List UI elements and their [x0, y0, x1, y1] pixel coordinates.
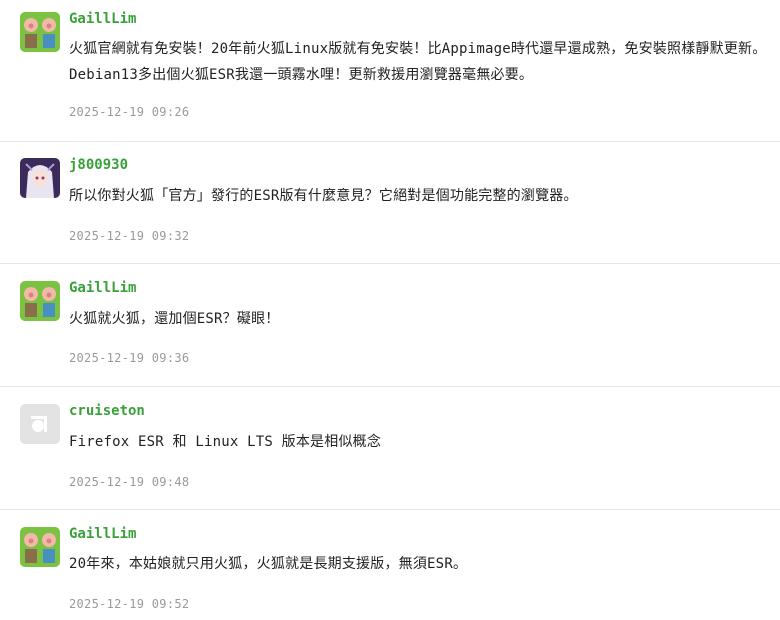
- comment-author[interactable]: GaillLim: [69, 11, 136, 27]
- comment-author[interactable]: j800930: [69, 157, 128, 173]
- comment-item: j800930 所以你對火狐「官方」發行的ESR版有什麼意見？它絕對是個功能完整…: [0, 142, 780, 264]
- comment-text: 所以你對火狐「官方」發行的ESR版有什麼意見？它絕對是個功能完整的瀏覽器。: [69, 188, 578, 204]
- pigs-avatar[interactable]: [20, 12, 60, 52]
- comment-item: GaillLim 火狐官網就有免安裝！20年前火狐Linux版就有免安裝！比Ap…: [0, 0, 780, 142]
- comment-text: 火狐官網就有免安裝！20年前火狐Linux版就有免安裝！比Appimage時代還…: [69, 41, 767, 83]
- comment-text: 火狐就火狐，還加個ESR？礙眼！: [69, 311, 280, 327]
- comment-timestamp: 2025-12-19 09:48: [69, 475, 190, 489]
- comment-author[interactable]: cruiseton: [69, 403, 145, 419]
- pigs-avatar[interactable]: [20, 527, 60, 567]
- pigs-avatar[interactable]: [20, 281, 60, 321]
- anime-girl-avatar[interactable]: [20, 158, 60, 198]
- comment-author[interactable]: GaillLim: [69, 280, 136, 296]
- comment-timestamp: 2025-12-19 09:36: [69, 351, 190, 365]
- comment-timestamp: 2025-12-19 09:52: [69, 597, 190, 611]
- comment-thread: GaillLim 火狐官網就有免安裝！20年前火狐Linux版就有免安裝！比Ap…: [0, 0, 780, 620]
- comment-timestamp: 2025-12-19 09:26: [69, 105, 190, 119]
- comment-text: 20年來，本姑娘就只用火狐，火狐就是長期支援版，無須ESR。: [69, 556, 468, 572]
- comment-item: GaillLim 20年來，本姑娘就只用火狐，火狐就是長期支援版，無須ESR。 …: [0, 510, 780, 620]
- comment-author[interactable]: GaillLim: [69, 526, 136, 542]
- comment-timestamp: 2025-12-19 09:32: [69, 229, 190, 243]
- default-avatar[interactable]: [20, 404, 60, 444]
- comment-item: cruiseton Firefox ESR 和 Linux LTS 版本是相似概…: [0, 387, 780, 510]
- comment-text: Firefox ESR 和 Linux LTS 版本是相似概念: [69, 434, 382, 450]
- comment-item: GaillLim 火狐就火狐，還加個ESR？礙眼！ 2025-12-19 09:…: [0, 264, 780, 387]
